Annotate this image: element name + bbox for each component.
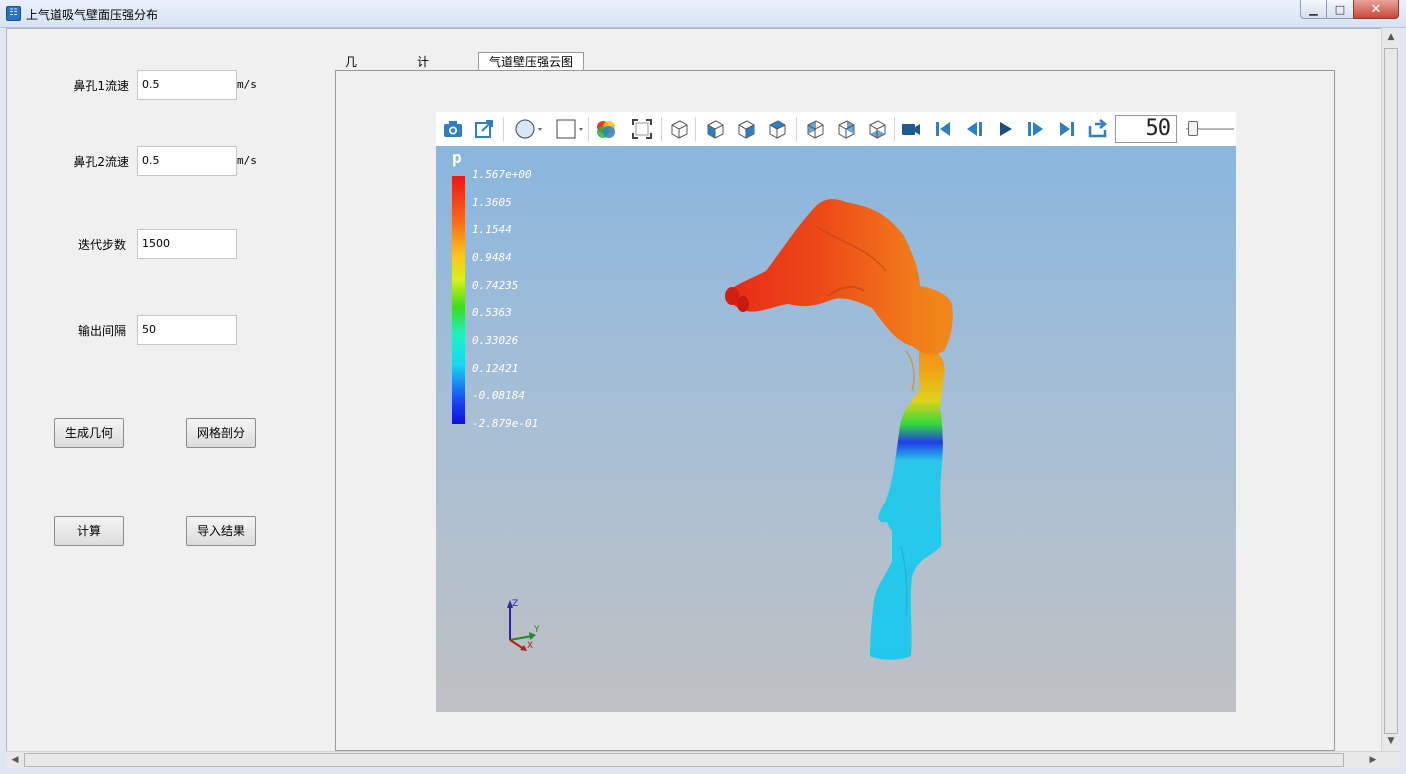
nostril2-velocity-label: 鼻孔2流速 — [73, 155, 129, 169]
record-icon[interactable] — [900, 118, 922, 140]
toolbar-separator — [894, 117, 895, 141]
nostril1-velocity-label: 鼻孔1流速 — [73, 79, 129, 93]
axis-y-label: Y — [533, 625, 540, 635]
maximize-button[interactable]: □ — [1326, 0, 1354, 19]
view-side-icon[interactable] — [735, 118, 757, 140]
vertical-scrollbar[interactable]: ▲ ▼ — [1381, 28, 1400, 751]
nostril1-velocity-unit: m/s — [237, 78, 257, 91]
view-left-icon[interactable] — [835, 118, 857, 140]
nostril2-velocity-unit: m/s — [237, 154, 257, 167]
window-title: 上气道吸气壁面压强分布 — [26, 8, 159, 22]
frame-slider-thumb[interactable] — [1188, 121, 1198, 136]
loop-icon[interactable] — [1087, 118, 1109, 140]
axis-z-label: Z — [512, 599, 518, 609]
horizontal-scroll-thumb[interactable] — [24, 753, 1344, 767]
scroll-right-icon[interactable]: ▶ — [1366, 753, 1380, 767]
iterations-label: 迭代步数 — [77, 238, 126, 252]
first-frame-icon[interactable] — [932, 118, 954, 140]
prev-frame-icon[interactable] — [963, 118, 985, 140]
camera-icon[interactable] — [442, 118, 464, 140]
next-frame-icon[interactable] — [1025, 118, 1047, 140]
close-icon: ✕ — [1370, 1, 1382, 17]
scroll-down-icon[interactable]: ▼ — [1384, 734, 1398, 748]
import-results-button[interactable]: 导入结果 — [186, 516, 256, 546]
close-button[interactable]: ✕ — [1353, 0, 1399, 19]
scroll-up-icon[interactable]: ▲ — [1384, 30, 1398, 44]
airway-pressure-model[interactable] — [436, 146, 1236, 712]
viewer-toolbar: 50 — [436, 112, 1236, 146]
maximize-icon: □ — [1334, 2, 1346, 16]
axis-x-label: X — [527, 641, 533, 651]
last-frame-icon[interactable] — [1056, 118, 1078, 140]
render-window[interactable]: p 1.567e+00 1.3605 1.1544 0.9484 0.74235… — [436, 146, 1236, 712]
colormap-icon[interactable] — [595, 118, 617, 140]
view-back-icon[interactable] — [804, 118, 826, 140]
toolbar-separator — [695, 117, 696, 141]
horizontal-scrollbar[interactable]: ◀ ▶ — [6, 751, 1400, 768]
tab-wall-pressure[interactable]: 气道壁压强云图 — [478, 52, 584, 71]
fit-screen-icon[interactable] — [631, 118, 653, 140]
orientation-axes: Z Y X — [507, 599, 540, 651]
minimize-button[interactable]: ▁ — [1300, 0, 1327, 19]
export-icon[interactable] — [473, 118, 495, 140]
tab-geometry[interactable]: 几何结构 — [341, 53, 361, 123]
view-top-icon[interactable] — [766, 118, 788, 140]
minimize-icon: ▁ — [1309, 2, 1318, 16]
vertical-scroll-thumb[interactable] — [1384, 48, 1398, 734]
output-interval-input[interactable]: 50 — [137, 315, 237, 345]
toolbar-separator — [796, 117, 797, 141]
app-icon: ☷ — [6, 6, 21, 21]
mesh-button[interactable]: 网格剖分 — [186, 418, 256, 448]
view-bottom-icon[interactable] — [866, 118, 888, 140]
view-iso-icon[interactable] — [668, 118, 690, 140]
toolbar-separator — [503, 117, 504, 141]
box-select-icon[interactable] — [555, 118, 585, 140]
sphere-select-icon[interactable] — [514, 118, 544, 140]
nostril1-velocity-input[interactable]: 0.5 — [137, 70, 237, 100]
toolbar-separator — [588, 117, 589, 141]
nostril2-velocity-input[interactable]: 0.5 — [137, 146, 237, 176]
iterations-input[interactable]: 1500 — [137, 229, 237, 259]
generate-geometry-button[interactable]: 生成几何 — [54, 418, 124, 448]
tab-mesh[interactable]: 计算网格 — [413, 53, 433, 123]
title-bar: ☷ 上气道吸气壁面压强分布 ▁ □ ✕ — [0, 0, 1406, 28]
vtk-viewer: 50 p 1.567e+00 1.3605 1.1544 0.9484 0.74… — [436, 112, 1236, 712]
output-interval-label: 输出间隔 — [77, 324, 126, 338]
toolbar-separator — [661, 117, 662, 141]
view-front-icon[interactable] — [704, 118, 726, 140]
compute-button[interactable]: 计算 — [54, 516, 124, 546]
play-icon[interactable] — [994, 118, 1016, 140]
frame-number-field[interactable]: 50 — [1115, 115, 1177, 143]
scroll-left-icon[interactable]: ◀ — [8, 753, 22, 767]
